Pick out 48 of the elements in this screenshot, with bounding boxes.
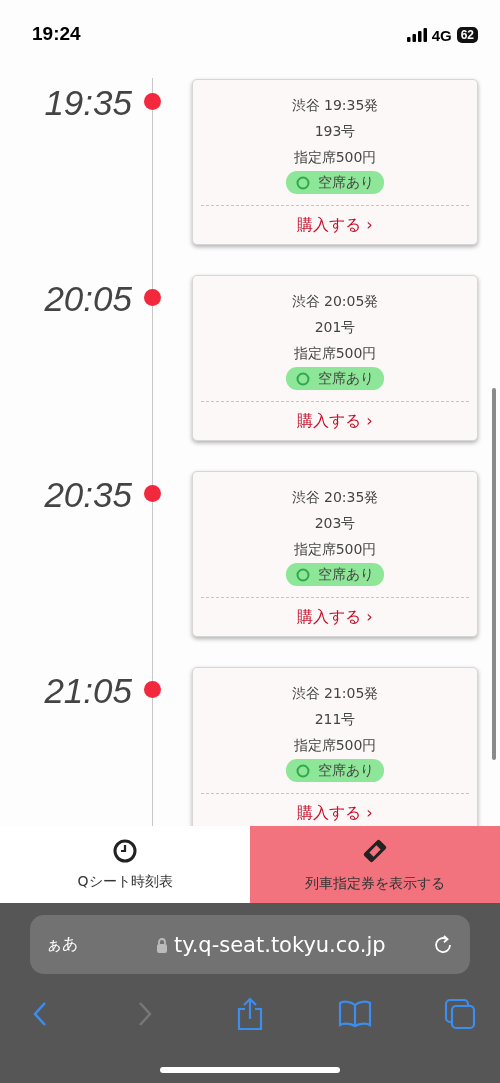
circle-icon	[296, 567, 310, 582]
chevron-right-icon	[138, 1001, 152, 1027]
departure-time: 20:35	[44, 475, 132, 513]
seat-price: 指定席500円	[293, 736, 377, 755]
availability-text: 空席あり	[318, 761, 374, 780]
departure-info: 渋谷 21:05発	[291, 684, 379, 703]
purchase-link[interactable]: 購入する ›	[297, 607, 373, 628]
battery-level: 62	[456, 27, 478, 43]
text-size-button[interactable]: ぁあ	[46, 934, 156, 955]
clock-icon	[113, 838, 137, 863]
share-icon	[236, 997, 264, 1031]
network-label: 4G	[431, 26, 452, 44]
departure-time: 20:05	[44, 279, 132, 317]
timeline-dot	[144, 485, 161, 502]
availability-text: 空席あり	[318, 369, 374, 388]
reload-icon[interactable]	[432, 933, 454, 956]
timeline-dot	[144, 681, 161, 698]
departure-info: 渋谷 20:35発	[291, 488, 379, 507]
circle-icon	[296, 371, 310, 386]
train-number: 211号	[314, 710, 356, 729]
seat-price: 指定席500円	[293, 344, 377, 363]
status-time: 19:24	[32, 23, 81, 45]
timeline-dot	[144, 289, 161, 306]
chevron-left-icon	[33, 1001, 47, 1027]
purchase-link[interactable]: 購入する ›	[297, 803, 373, 824]
departure-time: 21:05	[44, 671, 132, 709]
lock-icon	[156, 936, 168, 953]
purchase-link[interactable]: 購入する ›	[297, 215, 373, 236]
url-text: ty.q-seat.tokyu.co.jp	[174, 932, 387, 957]
tab-bar-button[interactable]: 列車指定券を表示する	[250, 826, 500, 903]
circle-icon	[296, 175, 310, 190]
departure-info: 渋谷 20:05発	[291, 292, 379, 311]
availability-text: 空席あり	[318, 565, 374, 584]
book-icon	[338, 1000, 372, 1028]
tabs-icon	[444, 998, 476, 1030]
availability-text: 空席あり	[318, 173, 374, 192]
seat-price: 指定席500円	[293, 540, 377, 559]
timeline-dot	[144, 93, 161, 110]
address-bar[interactable]: ぁあ ty.q-seat.tokyu.co.jp	[30, 915, 470, 974]
train-number: 201号	[314, 318, 356, 337]
departure-time: 19:35	[44, 83, 132, 121]
departure-info: 渋谷 19:35発	[291, 96, 379, 115]
signal-icon	[406, 28, 427, 42]
seat-price: 指定席500円	[293, 148, 377, 167]
circle-icon	[296, 763, 310, 778]
train-number: 203号	[314, 514, 356, 533]
purchase-link[interactable]: 購入する ›	[297, 411, 373, 432]
train-number: 193号	[314, 122, 356, 141]
